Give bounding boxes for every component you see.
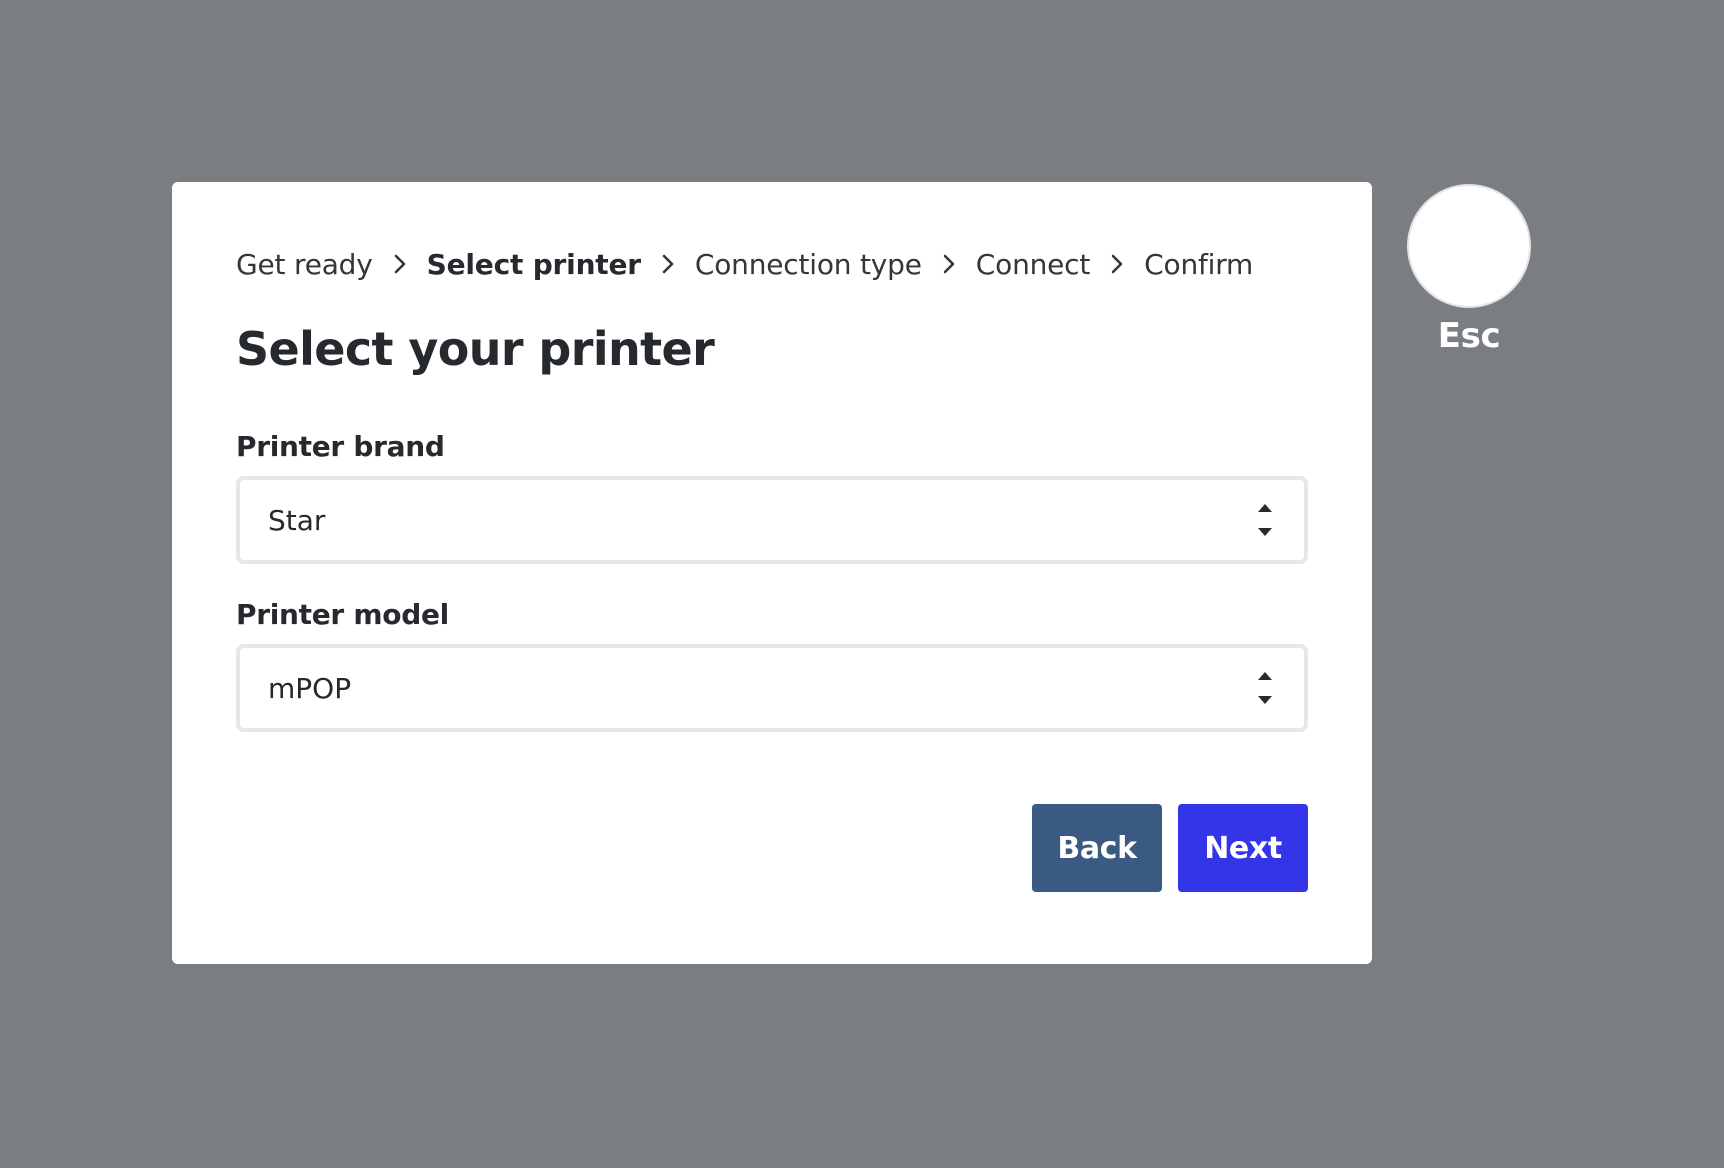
esc-control: Esc [1404, 184, 1534, 356]
select-printer-dialog: Get ready Select printer Connection type… [172, 182, 1372, 964]
up-down-arrows-icon [1258, 504, 1272, 536]
breadcrumb-step-select-printer: Select printer [426, 247, 641, 281]
back-button[interactable]: Back [1032, 804, 1162, 892]
page-title: Select your printer [236, 322, 715, 376]
printer-brand-select[interactable]: Star [236, 476, 1308, 564]
breadcrumb-step-connection-type: Connection type [694, 247, 922, 281]
breadcrumb-step-connect: Connect [975, 247, 1091, 281]
chevron-right-icon [1090, 244, 1144, 284]
printer-model-value: mPOP [268, 671, 352, 705]
chevron-right-icon [641, 244, 695, 284]
printer-model-label: Printer model [236, 598, 449, 631]
printer-brand-label: Printer brand [236, 430, 445, 463]
esc-label: Esc [1437, 316, 1501, 356]
breadcrumb-step-confirm: Confirm [1144, 247, 1254, 281]
breadcrumb: Get ready Select printer Connection type… [236, 244, 1253, 284]
next-button[interactable]: Next [1178, 804, 1308, 892]
esc-button[interactable] [1407, 184, 1531, 308]
breadcrumb-step-get-ready: Get ready [236, 247, 373, 281]
chevron-right-icon [373, 244, 427, 284]
chevron-right-icon [922, 244, 976, 284]
printer-brand-value: Star [268, 503, 326, 537]
up-down-arrows-icon [1258, 672, 1272, 704]
printer-model-select[interactable]: mPOP [236, 644, 1308, 732]
